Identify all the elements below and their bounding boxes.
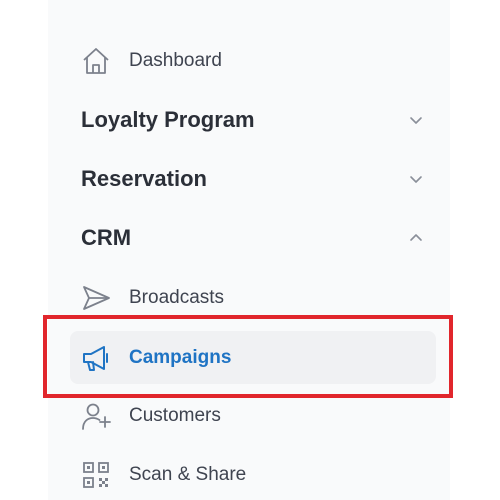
- add-user-icon: [80, 400, 112, 432]
- sidebar-item-campaigns[interactable]: Campaigns: [70, 331, 436, 384]
- section-reservation[interactable]: Reservation: [81, 159, 426, 199]
- sidebar: Dashboard Loyalty Program Reservation CR…: [48, 0, 450, 500]
- sidebar-item-label: Customers: [129, 405, 221, 426]
- sidebar-item-label: Scan & Share: [129, 464, 247, 485]
- home-icon: [80, 45, 112, 77]
- section-loyalty-program[interactable]: Loyalty Program: [81, 100, 426, 140]
- sidebar-item-customers[interactable]: Customers: [70, 391, 436, 441]
- chevron-up-icon: [406, 228, 426, 248]
- sidebar-item-scan-share[interactable]: Scan & Share: [70, 450, 436, 500]
- sidebar-item-label: Broadcasts: [129, 287, 225, 308]
- sidebar-item-broadcasts[interactable]: Broadcasts: [70, 273, 436, 323]
- section-label: Reservation: [81, 166, 207, 191]
- sidebar-item-dashboard[interactable]: Dashboard: [70, 36, 436, 86]
- section-crm[interactable]: CRM: [81, 218, 426, 258]
- chevron-down-icon: [406, 110, 426, 130]
- section-label: Loyalty Program: [81, 107, 255, 132]
- send-icon: [80, 282, 112, 314]
- sidebar-item-label: Dashboard: [129, 50, 222, 71]
- chevron-down-icon: [406, 169, 426, 189]
- megaphone-icon: [80, 342, 112, 374]
- sidebar-item-label: Campaigns: [129, 346, 232, 368]
- section-label: CRM: [81, 225, 132, 250]
- qr-code-icon: [80, 459, 112, 491]
